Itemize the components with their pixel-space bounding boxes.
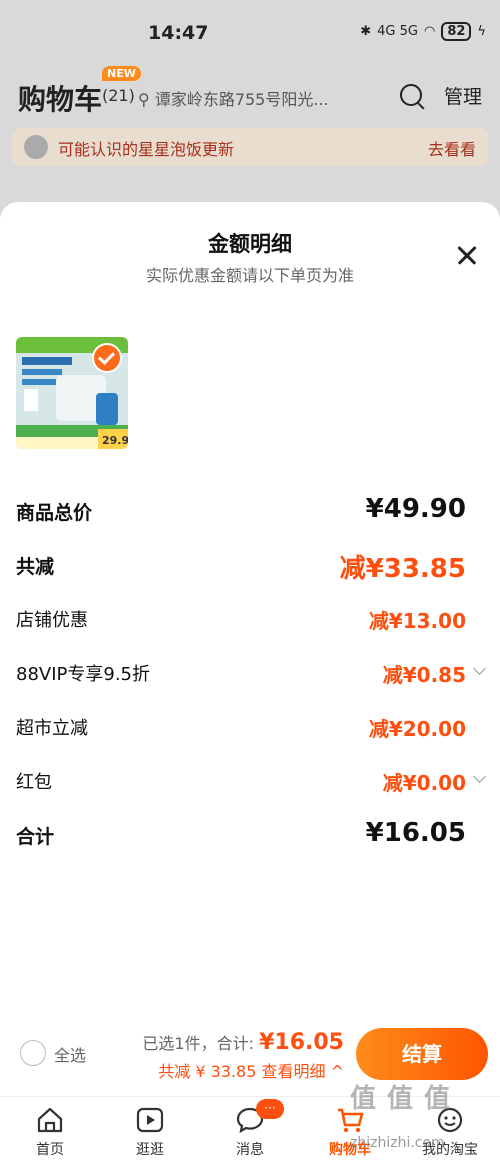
location-icon: ⚲ — [138, 90, 155, 109]
chevron-down-icon[interactable] — [473, 770, 486, 783]
thumb-price: 29.9 — [102, 434, 128, 447]
row-value-market-discount: 减¥20.00 — [368, 717, 466, 741]
row-label-market-discount: 超市立减 — [16, 718, 88, 739]
product-thumbnail[interactable]: 29.9 — [16, 337, 128, 449]
battery-indicator: 82 — [441, 22, 472, 41]
tab-browse[interactable]: 逛逛 — [100, 1097, 200, 1165]
status-bar: 14:47 ✱ 4G 5G ◠ 82 ϟ — [0, 0, 500, 66]
new-badge: NEW — [102, 66, 141, 81]
notice-banner[interactable]: 可能认识的星星泡饭更新 去看看 — [12, 128, 488, 166]
tab-label: 首页 — [36, 1142, 64, 1158]
charging-icon: ϟ — [477, 24, 486, 39]
sheet-title: 金额明细 — [208, 232, 292, 256]
tab-label: 消息 — [236, 1142, 264, 1158]
message-badge: ··· — [256, 1099, 284, 1119]
play-icon — [136, 1107, 164, 1133]
network-label: 4G 5G — [377, 24, 418, 39]
wifi-icon: ◠ — [423, 24, 436, 39]
sheet-subtitle: 实际优惠金额请以下单页为准 — [145, 266, 354, 285]
avatar — [24, 135, 48, 159]
checkout-total: ¥16.05 — [259, 1030, 344, 1055]
select-all-label[interactable]: 全选 — [54, 1042, 86, 1066]
select-all-radio[interactable] — [20, 1040, 46, 1066]
watermark-logo: 值 值 值 — [350, 1084, 452, 1114]
cart-count: (21) — [102, 86, 135, 105]
row-value-total: ¥16.05 — [365, 818, 466, 848]
home-icon — [37, 1107, 63, 1133]
row-label-vip-discount[interactable]: 88VIP专享9.5折 — [16, 660, 150, 686]
tab-home[interactable]: 首页 — [0, 1097, 100, 1165]
search-icon[interactable] — [400, 84, 422, 106]
view-detail-link[interactable]: 共减 ¥ 33.85 查看明细 ^ — [158, 1058, 344, 1082]
row-value-subtotal: ¥49.90 — [365, 494, 466, 524]
tab-label: 逛逛 — [136, 1142, 164, 1158]
status-time: 14:47 — [148, 22, 209, 44]
address-selector[interactable]: ⚲ 谭家岭东路755号阳光... — [138, 86, 338, 110]
row-label-red-packet[interactable]: 红包 — [16, 768, 52, 794]
status-icons: ✱ 4G 5G ◠ 82 ϟ — [360, 22, 486, 41]
row-label-subtotal: 商品总价 — [16, 502, 93, 524]
tab-messages[interactable]: ··· 消息 — [200, 1097, 300, 1165]
manage-button[interactable]: 管理 — [444, 82, 482, 109]
bluetooth-icon: ✱ — [360, 24, 372, 39]
row-value-store-discount: 减¥13.00 — [368, 609, 466, 633]
selected-text: 已选1件，合计: — [142, 1034, 254, 1053]
row-label-total: 合计 — [16, 826, 55, 848]
address-text: 谭家岭东路755号阳光... — [154, 90, 329, 109]
close-button[interactable] — [452, 240, 482, 270]
notice-link[interactable]: 去看看 — [428, 136, 476, 160]
row-value-total-discount: 减¥33.85 — [339, 554, 466, 584]
row-value-vip-discount[interactable]: 减¥0.85 — [383, 659, 466, 688]
row-label-total-discount: 共减 — [16, 556, 55, 578]
page-title: 购物车 — [18, 83, 103, 116]
row-value-red-packet[interactable]: 减¥0.00 — [383, 767, 466, 796]
watermark-site: zhizhizhi.com — [350, 1135, 445, 1151]
selected-summary: 已选1件，合计: ¥16.05 — [142, 1030, 344, 1055]
checkout-button[interactable]: 结算 — [356, 1028, 488, 1080]
row-label-store-discount: 店铺优惠 — [16, 610, 88, 631]
chevron-down-icon[interactable] — [473, 662, 486, 675]
cart-header: 购物车 NEW (21) ⚲ 谭家岭东路755号阳光... 管理 — [0, 66, 500, 126]
check-icon[interactable] — [92, 343, 122, 373]
notice-text: 可能认识的星星泡饭更新 — [58, 140, 235, 159]
